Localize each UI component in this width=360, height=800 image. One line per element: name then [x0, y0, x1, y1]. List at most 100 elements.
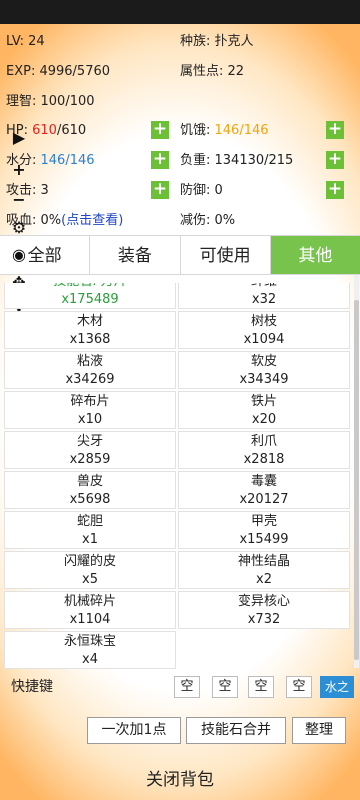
item-name: 利爪	[250, 434, 277, 449]
quick-slot[interactable]: 空	[174, 676, 200, 698]
item-name: 纤维	[179, 283, 349, 291]
list-item[interactable]: 兽皮 x5698	[4, 471, 176, 509]
play-icon[interactable]: ▶	[9, 128, 29, 148]
scrollbar-thumb[interactable]	[354, 300, 359, 660]
minus-icon[interactable]: −	[9, 190, 29, 210]
item-count: x32	[251, 292, 277, 307]
load-label: 负重: 134130/215	[180, 153, 294, 168]
quick-slot[interactable]: 空	[248, 676, 274, 698]
list-item[interactable]: 甲壳 x15499	[178, 511, 350, 549]
race-label: 种族: 扑克人	[180, 34, 254, 49]
hunger-max: /146	[239, 123, 269, 138]
exp-label: EXP: 4996/5760	[6, 64, 111, 79]
item-name: 甲壳	[250, 514, 277, 529]
item-count: x15499	[239, 532, 289, 547]
quick-slot[interactable]: 空	[212, 676, 238, 698]
item-count: x10	[77, 412, 103, 427]
sanity-label: 理智: 100/100	[6, 94, 95, 109]
hunger-current: 146	[214, 123, 240, 138]
add-hunger-button[interactable]: +	[326, 121, 344, 139]
list-item[interactable]: 闪耀的皮 x5	[4, 551, 176, 589]
absorb-detail-link[interactable]: (点击查看)	[61, 213, 123, 228]
list-item[interactable]: 机械碎片 x1104	[4, 591, 176, 629]
list-item[interactable]: 碎布片 x10	[4, 391, 176, 429]
item-name: 尖牙	[76, 434, 103, 449]
tab-usable[interactable]: 可使用	[181, 236, 271, 274]
hp-current: 610	[32, 123, 57, 138]
item-count: x2	[256, 572, 272, 587]
item-name: 碎布片	[70, 394, 110, 409]
list-item[interactable]: 利爪 x2818	[178, 431, 350, 469]
level-label: LV: 24	[6, 34, 45, 49]
item-name: 机械碎片	[63, 594, 116, 609]
item-count: x175489	[61, 292, 119, 307]
hp-max: /610	[56, 123, 87, 138]
item-count: x1104	[69, 612, 111, 627]
item-count: x20	[251, 412, 277, 427]
add-water-button[interactable]: +	[151, 151, 169, 169]
list-item[interactable]: 铁片 x20	[178, 391, 350, 429]
damage-reduce-label: 减伤: 0%	[180, 213, 236, 228]
status-bar	[0, 0, 360, 24]
item-name: 树枝	[250, 314, 277, 329]
item-count: x2818	[243, 452, 285, 467]
list-item[interactable]: 尖牙 x2859	[4, 431, 176, 469]
item-name: 木材	[76, 314, 103, 329]
category-tabs: 全部 装备 可使用 其他	[0, 235, 360, 275]
hunger-stat: 饥饿: 146/146	[180, 123, 269, 139]
item-name: 铁片	[250, 394, 277, 409]
gear-icon[interactable]: ⚙	[9, 218, 29, 238]
tab-other[interactable]: 其他	[270, 236, 360, 274]
list-item[interactable]: 毒囊 x20127	[178, 471, 350, 509]
list-item[interactable]: 纤维 x32	[178, 283, 350, 309]
item-count: x1	[82, 532, 98, 547]
item-name: 技能石: 万片	[5, 283, 175, 291]
quick-slot[interactable]: 空	[286, 676, 312, 698]
plus-icon[interactable]: +	[9, 160, 29, 180]
item-grid: 技能石: 万片 x175489 纤维 x32 木材 x1368 树枝 x1094…	[4, 283, 352, 669]
item-count: x20127	[239, 492, 289, 507]
merge-skill-stones-button[interactable]: 技能石合并	[186, 717, 286, 744]
item-count: x34269	[65, 372, 115, 387]
item-count: x5698	[69, 492, 111, 507]
eye-icon[interactable]: ◉	[9, 245, 29, 265]
item-name: 粘液	[76, 354, 103, 369]
list-item[interactable]: 神性结晶 x2	[178, 551, 350, 589]
quickbar-label: 快捷键	[11, 679, 53, 695]
item-count: x4	[82, 652, 98, 667]
hunger-prefix: 饥饿:	[180, 123, 215, 138]
item-count: x2859	[69, 452, 111, 467]
list-item[interactable]: 粘液 x34269	[4, 351, 176, 389]
item-name: 毒囊	[250, 474, 277, 489]
list-item[interactable]: 软皮 x34349	[178, 351, 350, 389]
water-current: 146	[40, 153, 66, 168]
item-name: 神性结晶	[237, 554, 290, 569]
list-item[interactable]: 技能石: 万片 x175489	[4, 283, 176, 309]
item-count: x732	[247, 612, 281, 627]
item-count: x1368	[69, 332, 111, 347]
item-count: x5	[82, 572, 98, 587]
add-load-button[interactable]: +	[326, 151, 344, 169]
item-name: 软皮	[250, 354, 277, 369]
add-hp-button[interactable]: +	[151, 121, 169, 139]
list-item[interactable]: 永恒珠宝 x4	[4, 631, 176, 669]
add-attack-button[interactable]: +	[151, 181, 169, 199]
item-name: 变异核心	[237, 594, 290, 609]
add-defense-button[interactable]: +	[326, 181, 344, 199]
list-item[interactable]: 树枝 x1094	[178, 311, 350, 349]
item-count: x34349	[239, 372, 289, 387]
attribute-points-label: 属性点: 22	[180, 64, 245, 79]
close-bag-button[interactable]: 关闭背包	[0, 760, 360, 800]
item-name: 蛇胆	[76, 514, 103, 529]
defense-label: 防御: 0	[180, 183, 223, 198]
add-one-point-button[interactable]: 一次加1点	[87, 717, 181, 744]
item-name: 闪耀的皮	[63, 554, 116, 569]
tab-equipment[interactable]: 装备	[90, 236, 181, 274]
item-name: 永恒珠宝	[63, 634, 116, 649]
quick-slot-filled[interactable]: 水之	[320, 676, 354, 698]
list-item[interactable]: 蛇胆 x1	[4, 511, 176, 549]
item-count: x1094	[243, 332, 285, 347]
list-item[interactable]: 木材 x1368	[4, 311, 176, 349]
sort-button[interactable]: 整理	[292, 717, 346, 744]
list-item[interactable]: 变异核心 x732	[178, 591, 350, 629]
